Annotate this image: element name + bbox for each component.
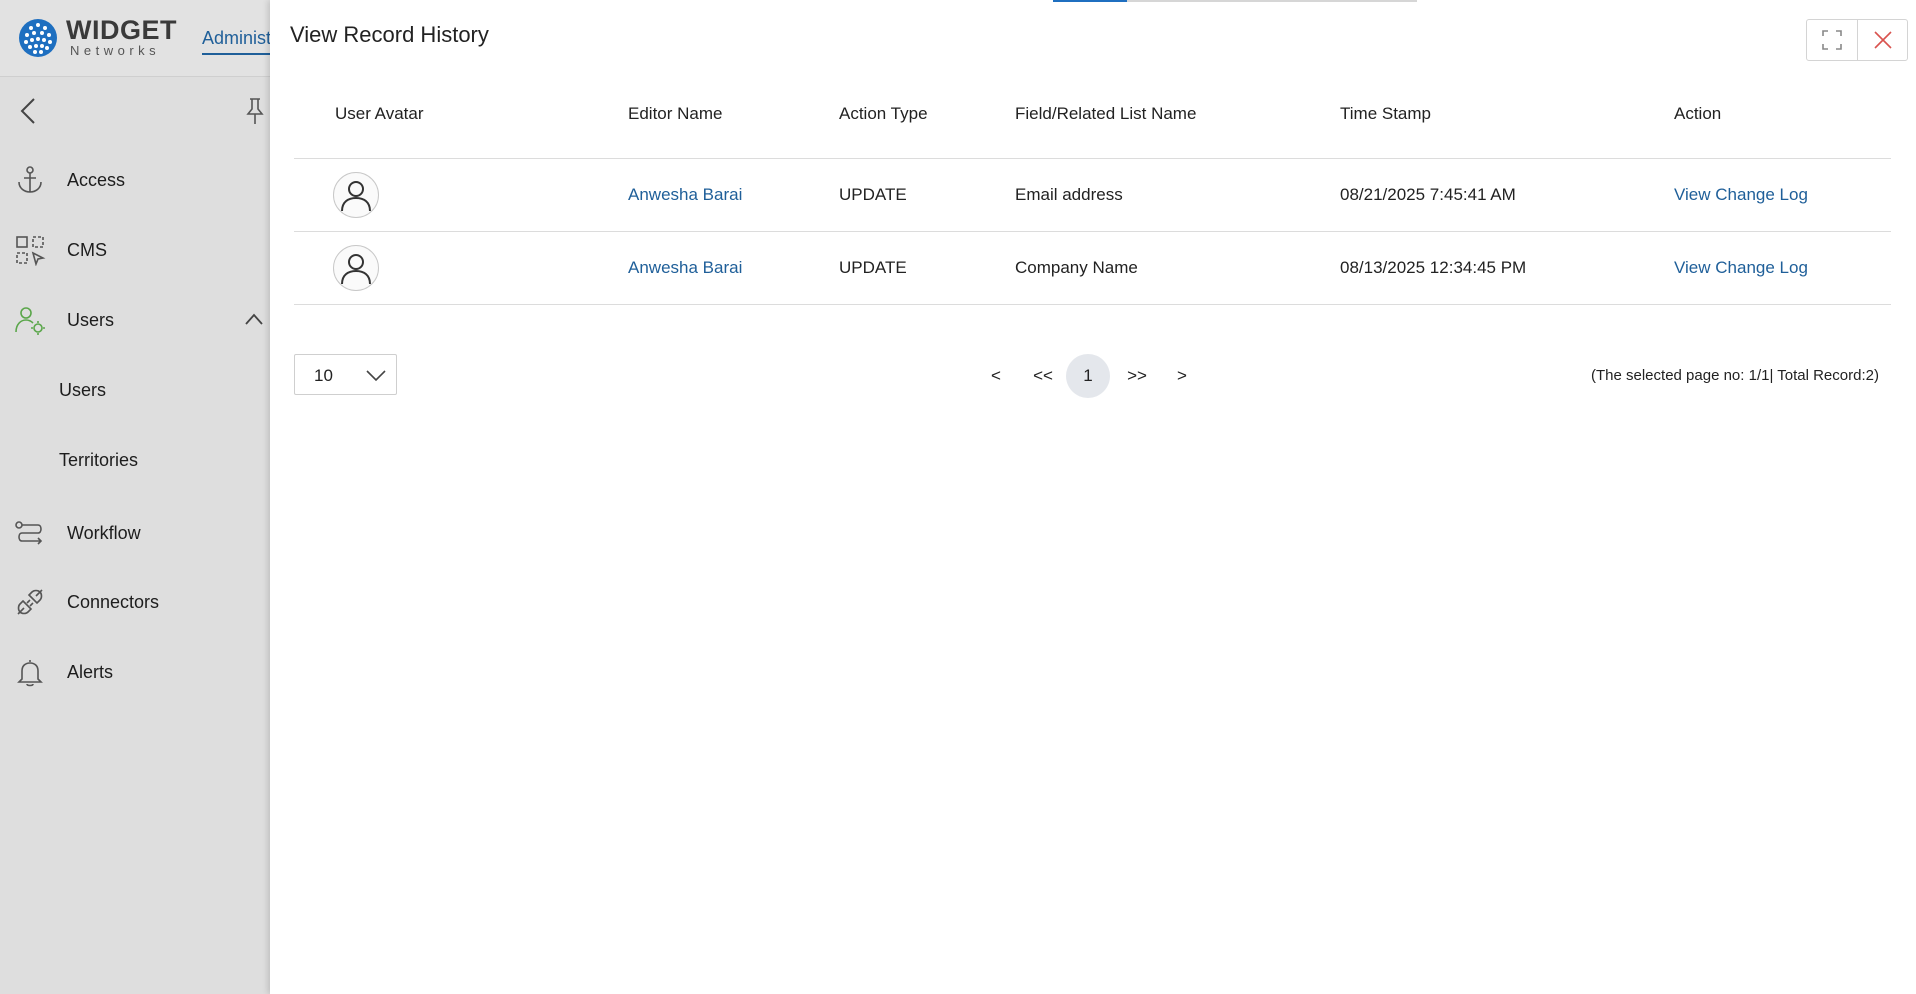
sidebar-item-label: Access: [67, 169, 126, 190]
workflow-icon: [15, 521, 43, 545]
column-header-user-avatar: User Avatar: [294, 104, 628, 159]
app-header: WIDGET Networks Administration: [0, 0, 270, 77]
page-size-value: 10: [314, 366, 333, 385]
field-name-cell: Company Name: [1015, 231, 1340, 305]
prev-page-button[interactable]: <: [984, 354, 1008, 398]
view-change-log-link[interactable]: View Change Log: [1674, 185, 1808, 204]
tab-indicator-track: [1127, 0, 1417, 2]
sidebar-item-label: Workflow: [67, 522, 141, 543]
avatar: [333, 245, 379, 291]
timestamp-cell: 08/13/2025 12:34:45 PM: [1340, 231, 1674, 305]
avatar-cell: [294, 158, 628, 232]
action-type-cell: UPDATE: [839, 158, 1015, 232]
sidebar-item-label: Alerts: [67, 661, 114, 682]
expand-icon: [1822, 30, 1842, 50]
chevron-left-icon[interactable]: [16, 96, 40, 126]
anchor-icon: [18, 166, 42, 193]
brand-sub: Networks: [70, 43, 161, 58]
sidebar-item-connectors[interactable]: Connectors: [0, 580, 270, 624]
close-button[interactable]: [1857, 20, 1907, 60]
sidebar-item-label: Connectors: [67, 591, 160, 612]
bell-icon: [17, 660, 43, 687]
avatar-cell: [294, 231, 628, 305]
table-row: Anwesha Barai UPDATE Company Name 08/13/…: [294, 231, 1891, 305]
tab-administration[interactable]: Administration: [202, 28, 270, 55]
page-info: (The selected page no: 1/1| Total Record…: [1591, 367, 1879, 384]
record-history-panel: View Record History User Avatar Editor N…: [270, 0, 1916, 994]
sidebar-subitem-users[interactable]: Users: [59, 380, 106, 401]
chevron-up-icon[interactable]: [244, 312, 264, 326]
tab-indicator-active: [1053, 0, 1127, 2]
sidebar-item-access[interactable]: Access: [0, 158, 270, 202]
editor-name-link[interactable]: Anwesha Barai: [628, 258, 742, 277]
next-page-button[interactable]: >: [1170, 354, 1194, 398]
column-header-action-type: Action Type: [839, 104, 1015, 159]
sidebar-item-label: Users: [67, 309, 115, 330]
sidebar-subitem-territories[interactable]: Territories: [59, 450, 138, 471]
table-row: Anwesha Barai UPDATE Email address 08/21…: [294, 158, 1891, 232]
timestamp-cell: 08/21/2025 7:45:41 AM: [1340, 158, 1674, 232]
view-change-log-link[interactable]: View Change Log: [1674, 258, 1808, 277]
plug-icon: [17, 589, 43, 615]
column-header-editor-name: Editor Name: [628, 104, 839, 159]
history-table: User Avatar Editor Name Action Type Fiel…: [294, 104, 1891, 305]
close-icon: [1873, 31, 1892, 49]
user-icon: [341, 254, 371, 285]
first-page-button[interactable]: <<: [1027, 354, 1059, 398]
field-name-cell: Email address: [1015, 158, 1340, 232]
column-header-field-name: Field/Related List Name: [1015, 104, 1340, 159]
chevron-down-icon: [366, 370, 386, 382]
sidebar-item-workflow[interactable]: Workflow: [0, 511, 270, 555]
pin-icon[interactable]: [244, 96, 266, 126]
user-icon: [341, 181, 371, 212]
action-type-cell: UPDATE: [839, 231, 1015, 305]
sidebar-item-alerts[interactable]: Alerts: [0, 650, 270, 694]
panel-title: View Record History: [290, 22, 489, 47]
page-1-button[interactable]: 1: [1066, 354, 1110, 398]
brand-name: WIDGET: [66, 15, 177, 45]
avatar: [333, 172, 379, 218]
window-controls: [1806, 19, 1908, 61]
table-header-row: User Avatar Editor Name Action Type Fiel…: [294, 104, 1891, 159]
users-gear-icon: [15, 307, 45, 335]
maximize-button[interactable]: [1807, 20, 1857, 60]
sidebar-item-cms[interactable]: CMS: [0, 228, 270, 272]
column-header-action: Action: [1674, 104, 1891, 159]
widget-logo-icon: [19, 19, 57, 57]
column-header-time-stamp: Time Stamp: [1340, 104, 1674, 159]
sidebar-item-users[interactable]: Users: [0, 298, 270, 342]
last-page-button[interactable]: >>: [1120, 354, 1154, 398]
sidebar-item-label: CMS: [67, 239, 107, 260]
cms-icon: [16, 236, 46, 266]
editor-name-link[interactable]: Anwesha Barai: [628, 185, 742, 204]
page-size-select[interactable]: 10: [294, 354, 397, 395]
sidebar: WIDGET Networks Administration Access CM…: [0, 0, 270, 994]
